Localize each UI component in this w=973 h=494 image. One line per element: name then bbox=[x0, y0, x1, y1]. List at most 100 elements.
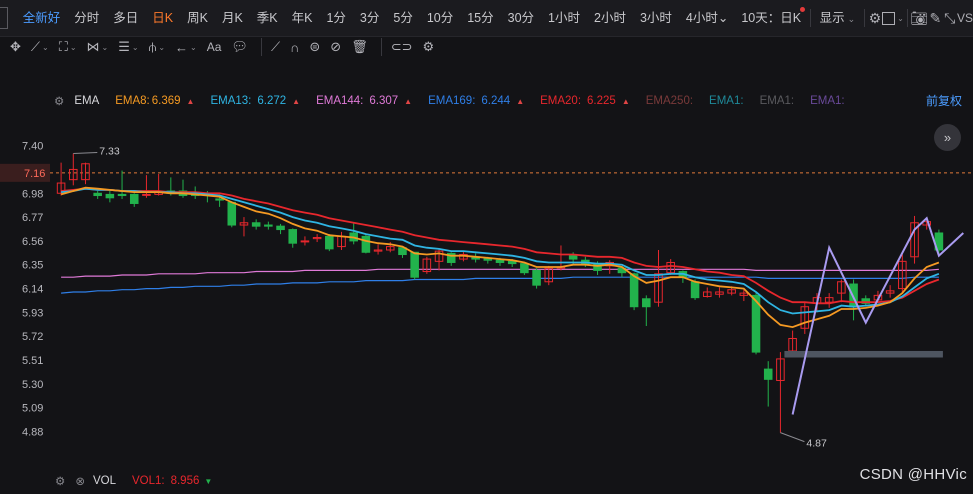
divider bbox=[810, 9, 811, 27]
up-arrow-icon: ▲ bbox=[292, 97, 301, 106]
period-tab[interactable]: 多日 bbox=[106, 0, 145, 37]
camera-icon[interactable]: 📷︎ bbox=[910, 0, 928, 37]
candle-body[interactable] bbox=[642, 298, 651, 308]
settings-icon[interactable]: ⚙ bbox=[868, 0, 882, 37]
candle-body[interactable] bbox=[410, 251, 419, 278]
period-tab[interactable]: 3分 bbox=[353, 0, 386, 37]
period-tab[interactable]: 全新好 bbox=[16, 0, 68, 37]
candle-body[interactable] bbox=[507, 260, 517, 265]
indicator-name[interactable]: EMA bbox=[74, 95, 99, 107]
period-tab[interactable]: 周K bbox=[180, 0, 215, 37]
candle-body[interactable] bbox=[763, 368, 773, 380]
comment-tool-icon[interactable]: 💬︎ bbox=[231, 37, 248, 57]
trash-icon[interactable]: 🗑︎ bbox=[351, 37, 368, 57]
candle-body[interactable] bbox=[690, 281, 700, 299]
gear-icon[interactable]: ⚙ bbox=[423, 37, 435, 57]
period-tab[interactable]: 月K bbox=[215, 0, 250, 37]
y-tick-label: 5.30 bbox=[22, 379, 43, 391]
pencil-icon[interactable]: ✎ bbox=[928, 0, 942, 37]
high-label: 7.33 bbox=[99, 146, 120, 158]
ema169-line bbox=[61, 276, 939, 294]
sidebar-toggle[interactable] bbox=[0, 7, 8, 29]
checkbox-icon[interactable]: ⌄ bbox=[882, 0, 904, 37]
candle-body[interactable] bbox=[629, 273, 639, 308]
candle-body[interactable] bbox=[288, 229, 298, 244]
candle-body[interactable] bbox=[93, 192, 102, 197]
candle-body[interactable] bbox=[276, 225, 285, 231]
y-tick-label: 5.72 bbox=[22, 331, 43, 343]
text-tool-icon[interactable]: Aa bbox=[207, 37, 222, 57]
chevron-down-icon: ⌄ bbox=[847, 13, 856, 24]
vol-indicator-name[interactable]: VOL bbox=[93, 475, 116, 487]
period-tab[interactable]: 2小时 bbox=[587, 0, 633, 37]
period-tab[interactable]: 1小时 bbox=[541, 0, 587, 37]
up-arrow-icon: ▲ bbox=[621, 97, 630, 106]
ruler-icon[interactable]: ⟋ bbox=[271, 37, 280, 57]
candle-body[interactable] bbox=[215, 198, 224, 201]
divider bbox=[260, 38, 262, 56]
collapse-right-icon[interactable]: » bbox=[934, 124, 961, 151]
period-tab[interactable]: 分时 bbox=[67, 0, 106, 37]
vol1-label: VOL1: bbox=[131, 475, 165, 487]
y-tick-label: 6.56 bbox=[22, 236, 43, 248]
settings-icon[interactable]: ⚙ bbox=[54, 94, 64, 108]
vol1-value: 8.956 bbox=[170, 475, 200, 487]
fullscreen-icon[interactable]: ⤡ bbox=[943, 0, 957, 37]
y-tick-label: 6.14 bbox=[22, 284, 43, 296]
close-icon[interactable]: ⊗ bbox=[75, 474, 85, 488]
candlestick-chart[interactable]: 7.407.196.986.776.566.356.145.935.725.51… bbox=[0, 112, 973, 464]
period-tab[interactable]: 日K bbox=[145, 0, 180, 37]
candle-body[interactable] bbox=[593, 263, 602, 271]
period-tab[interactable]: 10分 bbox=[420, 0, 460, 37]
display-dropdown[interactable]: 显示 ⌄ bbox=[814, 0, 862, 37]
watermark: CSDN @HHVic bbox=[859, 466, 967, 483]
line-tool-icon[interactable]: ⟋ ⌄ bbox=[31, 37, 49, 57]
candle-body[interactable] bbox=[568, 255, 578, 260]
period-tab[interactable]: 季K bbox=[250, 0, 285, 37]
period-tab[interactable]: 5分 bbox=[386, 0, 419, 37]
crosshair-move-icon[interactable]: ✥ bbox=[10, 37, 21, 57]
fib-tool-icon[interactable]: ☰ ⌄ bbox=[118, 37, 138, 57]
candle-body[interactable] bbox=[300, 240, 310, 243]
pattern-tool-icon[interactable]: ⋈ ⌄ bbox=[87, 37, 109, 57]
current-price-label: 7.16 bbox=[24, 168, 45, 180]
low-marker-line bbox=[780, 432, 805, 443]
divider bbox=[906, 9, 908, 27]
support-zone-drawing[interactable] bbox=[784, 350, 943, 358]
ema144-line bbox=[61, 268, 939, 278]
arrow-tool-icon[interactable]: ← ⌄ bbox=[175, 37, 197, 57]
pitchfork-tool-icon[interactable]: ⫛ ⌄ bbox=[149, 37, 165, 57]
period-tab[interactable]: 15分 bbox=[460, 0, 500, 37]
period-tab[interactable]: 1分 bbox=[319, 0, 352, 37]
legend-ema1b: EMA1: bbox=[760, 95, 795, 107]
lock-icon[interactable]: ⊜ bbox=[309, 37, 320, 57]
candle-body[interactable] bbox=[532, 269, 541, 286]
candle-body[interactable] bbox=[227, 201, 237, 226]
candle-body[interactable] bbox=[520, 263, 529, 274]
y-tick-label: 5.51 bbox=[22, 355, 43, 367]
legend-label: EMA8: bbox=[115, 95, 150, 107]
candle-body[interactable] bbox=[142, 193, 151, 196]
legend-value: 6.272 bbox=[257, 95, 287, 107]
link-icon[interactable]: ⊂⊃ bbox=[391, 37, 413, 57]
rect-tool-icon[interactable]: ⛶ ⌄ bbox=[59, 37, 77, 57]
candle-body[interactable] bbox=[264, 224, 273, 227]
period-tab[interactable]: 30分 bbox=[501, 0, 541, 37]
candle-body[interactable] bbox=[129, 193, 139, 204]
hide-icon[interactable]: ⊘ bbox=[330, 37, 341, 57]
candle-body[interactable] bbox=[325, 235, 334, 250]
period-tab[interactable]: 3小时 bbox=[633, 0, 679, 37]
adjust-mode-button[interactable]: 前复权 bbox=[926, 90, 962, 112]
candle-body[interactable] bbox=[117, 193, 127, 197]
candle-body[interactable] bbox=[251, 222, 261, 227]
magnet-icon[interactable]: ∩ bbox=[290, 37, 299, 57]
settings-icon[interactable]: ⚙ bbox=[55, 474, 65, 488]
period-tab[interactable]: 4小时⌄ bbox=[679, 0, 735, 37]
candle-body[interactable] bbox=[361, 235, 371, 253]
multi-view-dropdown[interactable]: 10天：日K bbox=[735, 0, 807, 37]
versus-icon[interactable]: VS bbox=[957, 0, 973, 37]
candle-body[interactable] bbox=[105, 193, 115, 199]
legend-value: 6.369 bbox=[151, 95, 181, 107]
candle-body[interactable] bbox=[495, 259, 505, 263]
period-tab[interactable]: 年K bbox=[285, 0, 320, 37]
